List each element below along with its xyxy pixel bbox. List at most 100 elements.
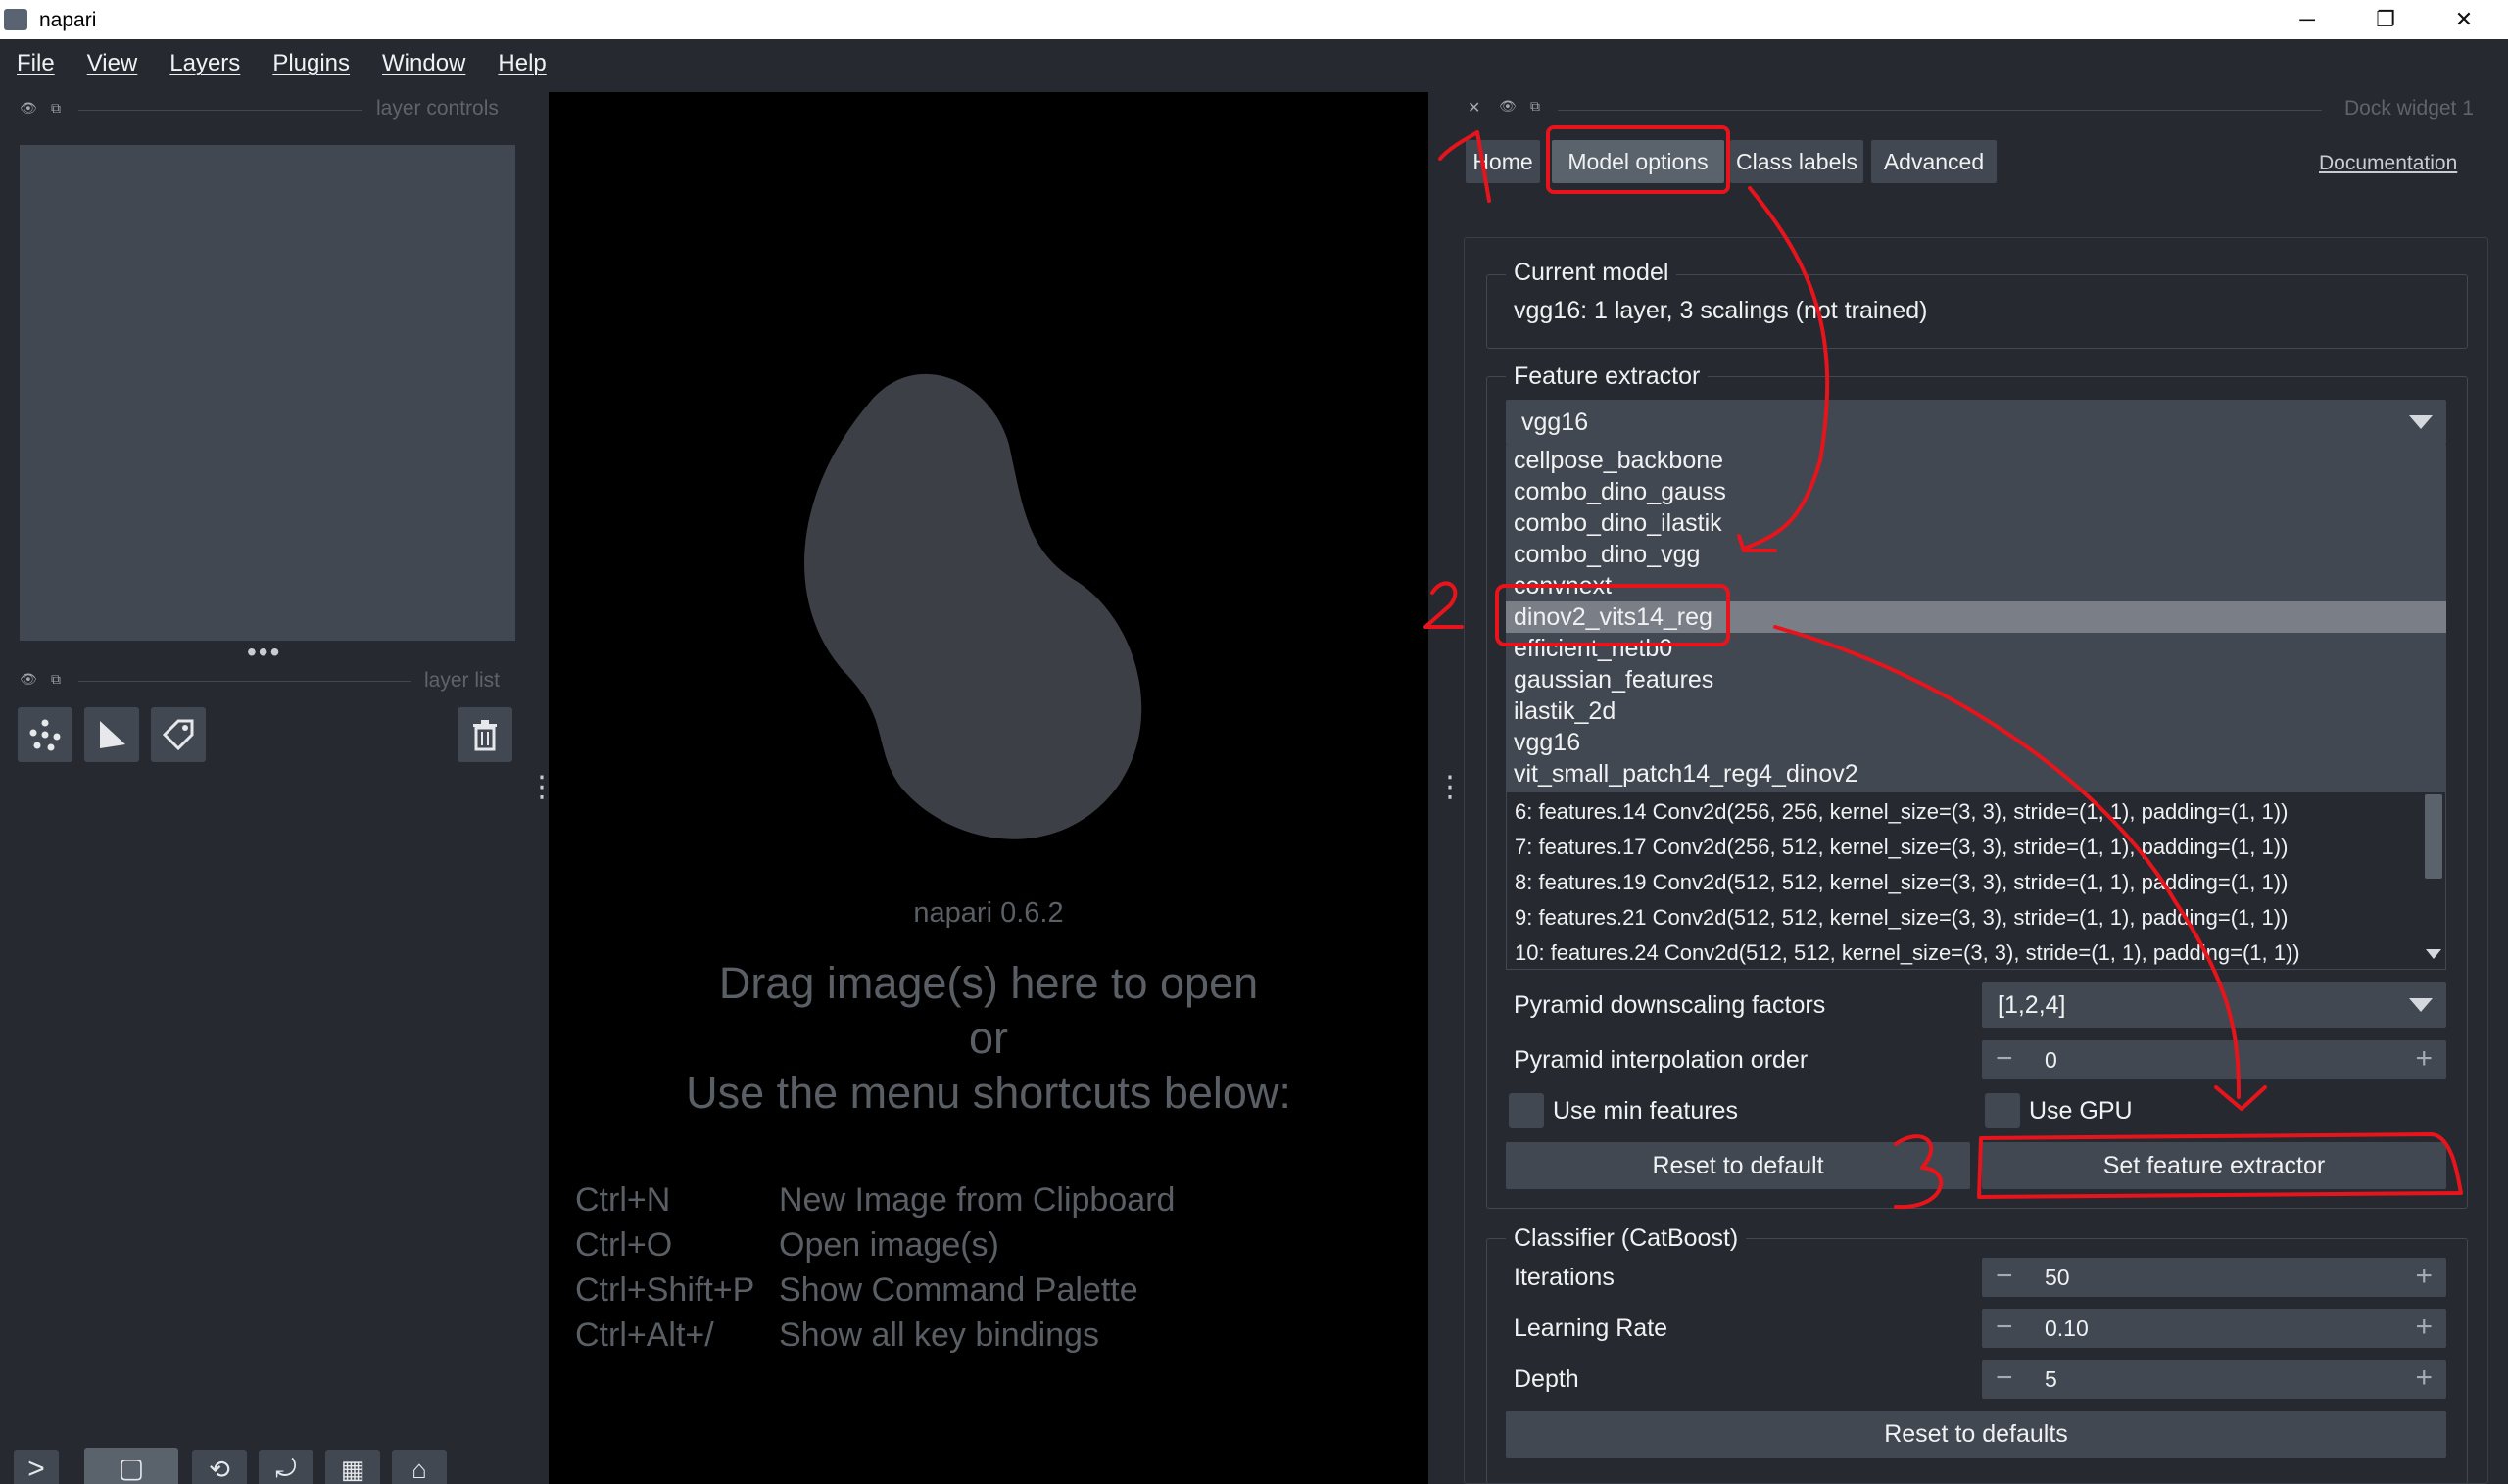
delete-layer-button[interactable] — [458, 707, 512, 762]
close-button[interactable]: ✕ — [2425, 0, 2503, 39]
menu-window[interactable]: Window — [382, 50, 465, 77]
pyramid-factors-label: Pyramid downscaling factors — [1514, 991, 1826, 1019]
menu-file[interactable]: File — [17, 50, 55, 77]
divider — [78, 681, 411, 682]
viewer-canvas[interactable]: napari 0.6.2 Drag image(s) here to open … — [549, 92, 1428, 1484]
current-model-value: vgg16: 1 layer, 3 scalings (not trained) — [1514, 297, 1928, 324]
roll-axes-button[interactable]: ⟲ — [192, 1450, 247, 1484]
current-model-label: Current model — [1506, 259, 1677, 287]
shortcut-desc: Show all key bindings — [779, 1316, 1099, 1354]
option-ilastik-2d[interactable]: ilastik_2d — [1506, 695, 2446, 727]
napari-logo-icon — [4, 9, 27, 30]
feature-extractor-dropdown[interactable]: vgg16 — [1506, 400, 2446, 445]
home-icon: ⌂ — [411, 1454, 427, 1484]
pyramid-order-spinbox[interactable]: − 0 + — [1982, 1040, 2446, 1079]
layer-row[interactable]: 6: features.14 Conv2d(256, 256, kernel_s… — [1515, 799, 2288, 825]
drag-hint-line3: Use the menu shortcuts below: — [686, 1068, 1291, 1118]
learning-rate-spinbox[interactable]: − 0.10 + — [1982, 1309, 2446, 1348]
splitter-handle-icon[interactable]: ••• — [247, 637, 281, 668]
tab-class-labels[interactable]: Class labels — [1730, 140, 1863, 183]
option-efficient-netb0[interactable]: efficient_netb0 — [1506, 633, 2446, 664]
new-shapes-layer-button[interactable] — [84, 707, 139, 762]
option-combo-dino-ilastik[interactable]: combo_dino_ilastik — [1506, 507, 2446, 539]
plus-icon[interactable]: + — [2415, 1362, 2433, 1395]
plus-icon[interactable]: + — [2415, 1311, 2433, 1344]
tab-model-options[interactable]: Model options — [1552, 140, 1724, 183]
layer-row[interactable]: 10: features.24 Conv2d(512, 512, kernel_… — [1515, 940, 2300, 966]
option-cellpose-backbone[interactable]: cellpose_backbone — [1506, 445, 2446, 476]
set-feature-extractor-button[interactable]: Set feature extractor — [1982, 1142, 2446, 1189]
console-button[interactable]: > — [14, 1450, 59, 1484]
option-combo-dino-gauss[interactable]: combo_dino_gauss — [1506, 476, 2446, 507]
documentation-link[interactable]: Documentation — [2319, 152, 2457, 175]
home-button[interactable]: ⌂ — [392, 1450, 447, 1484]
float-icon[interactable]: 👁 — [20, 100, 37, 117]
minus-icon[interactable]: − — [1996, 1260, 2013, 1293]
classifier-label: Classifier (CatBoost) — [1506, 1224, 1747, 1253]
layer-row[interactable]: 9: features.21 Conv2d(512, 512, kernel_s… — [1515, 905, 2288, 931]
plus-icon[interactable]: + — [2415, 1042, 2433, 1076]
use-gpu-label: Use GPU — [2029, 1097, 2133, 1125]
pyramid-factors-dropdown[interactable]: [1,2,4] — [1982, 982, 2446, 1028]
learning-rate-label: Learning Rate — [1514, 1315, 1668, 1342]
use-min-features-checkbox[interactable] — [1509, 1093, 1544, 1128]
scroll-down-icon[interactable] — [2426, 949, 2441, 959]
square-icon: ▢ — [118, 1452, 145, 1483]
grid-button[interactable]: ▦ — [325, 1450, 380, 1484]
close-dock-icon[interactable]: ✕ — [1468, 98, 1480, 118]
option-combo-dino-vgg[interactable]: combo_dino_vgg — [1506, 539, 2446, 570]
menu-layers[interactable]: Layers — [169, 50, 240, 77]
new-labels-layer-button[interactable] — [151, 707, 206, 762]
title-bar: napari ─ ❐ ✕ — [0, 0, 2508, 39]
reset-to-default-button[interactable]: Reset to default — [1506, 1142, 1970, 1189]
trash-icon — [473, 720, 497, 751]
depth-spinbox[interactable]: − 5 + — [1982, 1360, 2446, 1399]
right-splitter-handle-icon[interactable]: ⋮ — [1435, 773, 1465, 802]
tab-home[interactable]: Home — [1466, 140, 1540, 183]
undock-icon[interactable]: ⧉ — [51, 671, 61, 688]
restore-button[interactable]: ❐ — [2346, 0, 2425, 39]
minus-icon[interactable]: − — [1996, 1042, 2013, 1076]
option-vgg16[interactable]: vgg16 — [1506, 727, 2446, 758]
new-points-layer-button[interactable] — [18, 707, 72, 762]
menu-help[interactable]: Help — [498, 50, 546, 77]
use-gpu-checkbox[interactable] — [1985, 1093, 2020, 1128]
float-icon[interactable]: 👁 — [20, 671, 37, 688]
undock-icon[interactable]: ⧉ — [51, 100, 61, 117]
menu-view[interactable]: View — [87, 50, 138, 77]
minimize-button[interactable]: ─ — [2268, 0, 2346, 39]
layer-row[interactable]: 7: features.17 Conv2d(256, 512, kernel_s… — [1515, 835, 2288, 860]
window-title: napari — [39, 9, 97, 31]
menu-plugins[interactable]: Plugins — [272, 50, 350, 77]
option-vit-small-patch14-reg4-dinov2[interactable]: vit_small_patch14_reg4_dinov2 — [1506, 758, 2446, 790]
grid-icon: ▦ — [340, 1454, 365, 1484]
option-gaussian-features[interactable]: gaussian_features — [1506, 664, 2446, 695]
feature-extractor-options-list[interactable]: cellpose_backbone combo_dino_gauss combo… — [1506, 445, 2446, 791]
transpose-button[interactable]: ⤾ — [259, 1450, 314, 1484]
drag-hint-or: or — [968, 1013, 1008, 1063]
chevron-down-icon — [2409, 998, 2433, 1012]
layer-row[interactable]: 8: features.19 Conv2d(512, 512, kernel_s… — [1515, 870, 2288, 895]
reset-to-defaults-button[interactable]: Reset to defaults — [1506, 1411, 2446, 1458]
option-dinov2-vits14-reg[interactable]: dinov2_vits14_reg — [1506, 601, 2446, 633]
minus-icon[interactable]: − — [1996, 1362, 2013, 1395]
plus-icon[interactable]: + — [2415, 1260, 2433, 1293]
iterations-value: 50 — [2045, 1265, 2070, 1290]
chevron-down-icon — [2409, 415, 2433, 429]
undock-icon[interactable]: ⧉ — [1530, 98, 1540, 115]
float-icon[interactable]: 👁 — [1499, 98, 1517, 115]
tab-advanced[interactable]: Advanced — [1871, 140, 1997, 183]
layer-list-title: layer list — [424, 669, 501, 692]
ndisplay-button[interactable]: ▢ — [84, 1448, 178, 1484]
layer-list-box[interactable]: 6: features.14 Conv2d(256, 256, kernel_s… — [1506, 791, 2446, 970]
divider — [1558, 110, 2322, 111]
points-icon — [29, 719, 61, 751]
feature-extractor-label: Feature extractor — [1506, 362, 1709, 391]
pyramid-order-value: 0 — [2045, 1047, 2057, 1073]
dock-widget-title: Dock widget 1 — [2344, 97, 2474, 120]
minus-icon[interactable]: − — [1996, 1311, 2013, 1344]
iterations-label: Iterations — [1514, 1264, 1615, 1291]
iterations-spinbox[interactable]: − 50 + — [1982, 1258, 2446, 1297]
scrollbar-thumb[interactable] — [2425, 794, 2442, 879]
option-convnext[interactable]: convnext — [1506, 570, 2446, 601]
